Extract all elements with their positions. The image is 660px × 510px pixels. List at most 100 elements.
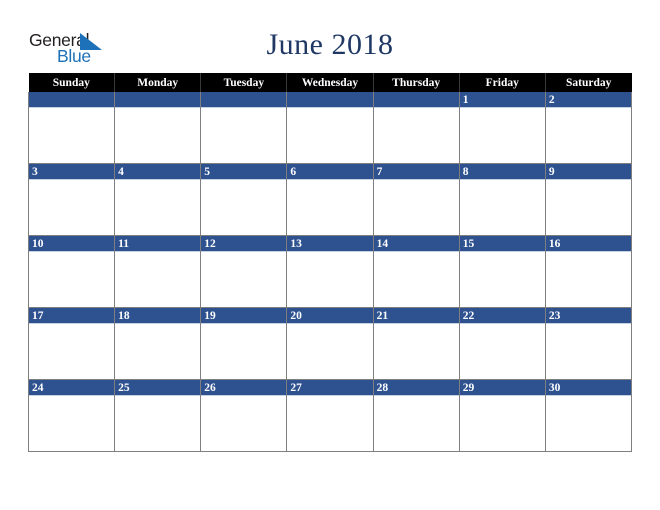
day-cell[interactable]: 20	[286, 307, 374, 380]
weekday-header-thursday: Thursday	[373, 73, 460, 92]
date-bar	[201, 92, 287, 108]
day-cell[interactable]: 12	[200, 235, 288, 308]
day-content-area[interactable]	[29, 324, 115, 378]
day-content-area[interactable]	[29, 108, 115, 162]
date-number: 29	[462, 382, 475, 394]
day-content-area[interactable]	[29, 252, 115, 306]
day-content-area[interactable]	[115, 396, 201, 450]
calendar-week-row: 17 18 19 20 21 22 23	[27, 307, 633, 380]
calendar-week-row: 1 2	[27, 92, 633, 164]
date-number: 23	[548, 310, 561, 322]
day-cell[interactable]	[114, 92, 202, 164]
day-cell[interactable]	[286, 92, 374, 164]
day-cell[interactable]: 2	[544, 92, 633, 164]
day-content-area[interactable]	[545, 180, 631, 234]
date-number: 13	[290, 238, 302, 250]
date-bar: 20	[287, 308, 373, 324]
date-bar: 4	[115, 164, 201, 180]
day-content-area[interactable]	[287, 324, 373, 378]
weekday-header-wednesday: Wednesday	[286, 73, 374, 92]
day-cell[interactable]: 7	[372, 163, 460, 236]
day-content-area[interactable]	[373, 396, 459, 450]
calendar-week-row: 3 4 5 6 7 8 9	[27, 163, 633, 236]
day-cell[interactable]: 15	[458, 235, 546, 308]
date-bar: 16	[545, 236, 631, 252]
day-cell[interactable]: 14	[372, 235, 460, 308]
day-cell[interactable]: 22	[458, 307, 546, 380]
date-bar	[287, 92, 373, 108]
day-cell[interactable]: 18	[114, 307, 202, 380]
day-content-area[interactable]	[545, 252, 631, 306]
day-content-area[interactable]	[201, 180, 287, 234]
day-cell[interactable]: 25	[114, 379, 202, 452]
day-cell[interactable]: 11	[114, 235, 202, 308]
date-bar: 17	[29, 308, 115, 324]
day-cell[interactable]: 13	[286, 235, 374, 308]
day-content-area[interactable]	[287, 396, 373, 450]
day-cell[interactable]: 5	[200, 163, 288, 236]
date-bar: 18	[115, 308, 201, 324]
day-content-area[interactable]	[115, 252, 201, 306]
day-content-area[interactable]	[459, 252, 545, 306]
day-content-area[interactable]	[201, 324, 287, 378]
day-cell[interactable]: 6	[286, 163, 374, 236]
weekday-header-tuesday: Tuesday	[200, 73, 288, 92]
page-title: June 2018	[266, 28, 394, 61]
day-content-area[interactable]	[287, 108, 373, 162]
day-content-area[interactable]	[287, 252, 373, 306]
date-number: 12	[204, 238, 216, 250]
day-cell[interactable]: 3	[27, 163, 116, 236]
day-cell[interactable]: 16	[544, 235, 633, 308]
day-cell[interactable]: 29	[458, 379, 546, 452]
day-cell[interactable]: 19	[200, 307, 288, 380]
date-bar: 24	[29, 380, 115, 396]
day-content-area[interactable]	[545, 108, 631, 162]
day-cell[interactable]: 8	[458, 163, 546, 236]
date-bar: 13	[287, 236, 373, 252]
day-content-area[interactable]	[201, 252, 287, 306]
day-content-area[interactable]	[115, 180, 201, 234]
day-cell[interactable]: 26	[200, 379, 288, 452]
day-cell[interactable]	[27, 92, 116, 164]
day-content-area[interactable]	[373, 180, 459, 234]
day-content-area[interactable]	[545, 324, 631, 378]
day-cell[interactable]: 24	[27, 379, 116, 452]
day-cell[interactable]: 10	[27, 235, 116, 308]
day-content-area[interactable]	[29, 396, 115, 450]
day-content-area[interactable]	[287, 180, 373, 234]
day-content-area[interactable]	[459, 324, 545, 378]
day-content-area[interactable]	[373, 252, 459, 306]
day-content-area[interactable]	[115, 324, 201, 378]
day-cell[interactable]: 28	[372, 379, 460, 452]
day-cell[interactable]: 17	[27, 307, 116, 380]
date-bar: 1	[459, 92, 545, 108]
date-number: 30	[548, 382, 561, 394]
date-bar: 23	[545, 308, 631, 324]
day-cell[interactable]	[372, 92, 460, 164]
day-content-area[interactable]	[459, 180, 545, 234]
day-cell[interactable]: 1	[458, 92, 546, 164]
day-cell[interactable]: 23	[544, 307, 633, 380]
day-content-area[interactable]	[29, 180, 115, 234]
date-number: 3	[32, 166, 38, 178]
day-cell[interactable]: 27	[286, 379, 374, 452]
date-number: 21	[376, 310, 389, 322]
day-cell[interactable]: 21	[372, 307, 460, 380]
day-content-area[interactable]	[459, 396, 545, 450]
date-bar: 26	[201, 380, 287, 396]
day-cell[interactable]: 9	[544, 163, 633, 236]
day-content-area[interactable]	[201, 108, 287, 162]
day-content-area[interactable]	[115, 108, 201, 162]
day-cell[interactable]: 30	[544, 379, 633, 452]
date-bar: 22	[459, 308, 545, 324]
day-cell[interactable]	[200, 92, 288, 164]
day-content-area[interactable]	[459, 108, 545, 162]
day-content-area[interactable]	[545, 396, 631, 450]
day-content-area[interactable]	[373, 108, 459, 162]
day-content-area[interactable]	[373, 324, 459, 378]
date-number: 10	[32, 238, 44, 250]
date-number: 26	[204, 382, 216, 394]
date-bar: 2	[545, 92, 631, 108]
day-cell[interactable]: 4	[114, 163, 202, 236]
day-content-area[interactable]	[201, 396, 287, 450]
